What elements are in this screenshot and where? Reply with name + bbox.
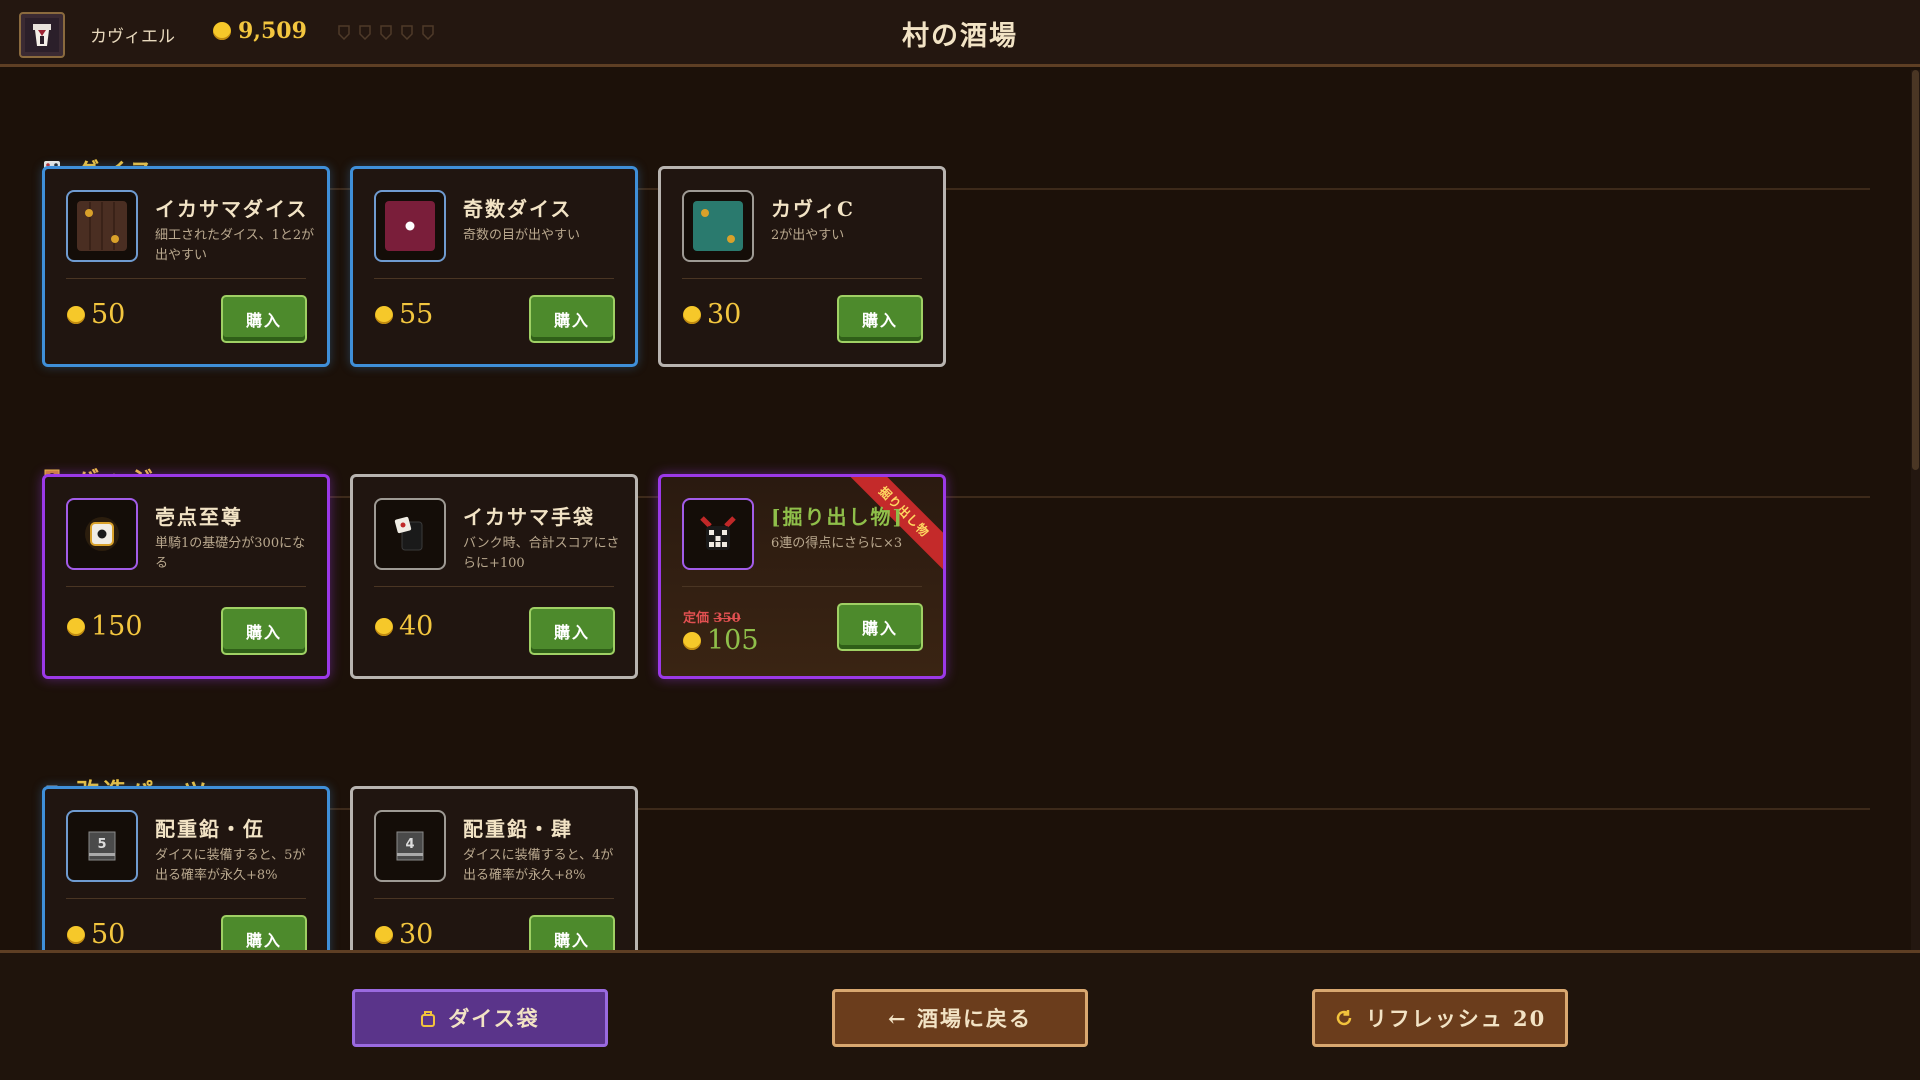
- coin-icon: [67, 617, 85, 636]
- card-divider: [682, 586, 922, 587]
- dice-bag-button[interactable]: ダイス袋: [352, 989, 608, 1047]
- item-description: 細工されたダイス、1と2が出やすい: [155, 228, 315, 263]
- price-value: 150: [91, 611, 143, 642]
- price-value: 50: [91, 299, 126, 330]
- trick-glove-icon: [374, 498, 446, 570]
- shop-item-card[interactable]: カヴィC 2が出やすい 30 購入: [658, 166, 946, 367]
- card-divider: [66, 898, 306, 899]
- card-divider: [374, 586, 614, 587]
- buy-button[interactable]: 購入: [529, 295, 615, 343]
- coin-icon: [375, 305, 393, 324]
- price-value: 30: [399, 919, 434, 950]
- item-description: 2が出やすい: [771, 228, 845, 243]
- refresh-button[interactable]: リフレッシュ 20: [1312, 989, 1568, 1047]
- item-price: 30: [683, 299, 741, 330]
- shop-item-card[interactable]: イカサマ手袋 バンク時、合計スコアにさらに+100 40 購入: [350, 474, 638, 679]
- shop-item-card-deal[interactable]: 掘り出し物 [掘り出し物] 6連の得点にさらに×3 定価 350 105 購入: [658, 474, 946, 679]
- top-bar: カヴィエル 9,509 村の酒場: [0, 0, 1920, 67]
- item-price: 30: [375, 919, 433, 950]
- scrollbar-thumb[interactable]: [1912, 70, 1919, 470]
- card-divider: [66, 278, 306, 279]
- price-value: 105: [707, 625, 759, 656]
- bottom-bar: ダイス袋 ← 酒場に戻る リフレッシュ 20: [0, 950, 1920, 1080]
- coin-icon: [375, 925, 393, 944]
- item-description: 6連の得点にさらに×3: [771, 536, 903, 551]
- shop-item-card[interactable]: 奇数ダイス 奇数の目が出やすい 55 購入: [350, 166, 638, 367]
- original-price-label: 定価: [683, 611, 710, 626]
- price-value: 30: [707, 299, 742, 330]
- original-price: 定価 350: [683, 607, 741, 626]
- item-name: イカサマダイス: [155, 197, 309, 221]
- buy-button[interactable]: 購入: [529, 607, 615, 655]
- shop-scroll-area[interactable]: ダイス イカサマダイス 細工されたダイス、1と2が出やすい 50 購入 奇数ダイ…: [0, 70, 1920, 950]
- price-value: 50: [91, 919, 126, 950]
- price-value: 55: [399, 299, 434, 330]
- weight-number: 4: [405, 837, 414, 852]
- weight-number: 5: [97, 837, 106, 852]
- item-description: 奇数の目が出やすい: [463, 228, 581, 243]
- item-price: 150: [67, 611, 143, 642]
- bag-icon: [421, 1011, 436, 1027]
- card-divider: [374, 278, 614, 279]
- odd-dice-icon: [374, 190, 446, 262]
- buy-button[interactable]: 購入: [529, 915, 615, 950]
- item-description: ダイスに装備すると、4が出る確率が永久+8%: [463, 848, 614, 883]
- price-value: 40: [399, 611, 434, 642]
- buy-button[interactable]: 購入: [837, 295, 923, 343]
- item-name: 奇数ダイス: [463, 197, 573, 221]
- shop-item-card[interactable]: 4 配重鉛・肆 ダイスに装備すると、4が出る確率が永久+8% 30 購入: [350, 786, 638, 950]
- coin-icon: [683, 631, 701, 650]
- coin-icon: [683, 305, 701, 324]
- item-name: 配重鉛・伍: [155, 817, 265, 841]
- item-name: 配重鉛・肆: [463, 817, 573, 841]
- coin-icon: [67, 305, 85, 324]
- original-price-value: 350: [713, 611, 741, 626]
- buy-button[interactable]: 購入: [221, 295, 307, 343]
- card-divider: [66, 586, 306, 587]
- item-description: 単騎1の基礎分が300になる: [155, 536, 306, 571]
- coin-icon: [375, 617, 393, 636]
- buy-button[interactable]: 購入: [221, 915, 307, 950]
- single-point-badge-icon: [66, 498, 138, 570]
- shop-item-card[interactable]: イカサマダイス 細工されたダイス、1と2が出やすい 50 購入: [42, 166, 330, 367]
- item-price: 105: [683, 625, 759, 656]
- item-name: [掘り出し物]: [771, 505, 904, 529]
- item-price: 50: [67, 299, 125, 330]
- back-to-tavern-button[interactable]: ← 酒場に戻る: [832, 989, 1088, 1047]
- page-title: 村の酒場: [902, 21, 1018, 52]
- scrollbar-track[interactable]: [1911, 70, 1920, 950]
- item-price: 55: [375, 299, 433, 330]
- trick-dice-icon: [66, 190, 138, 262]
- item-name: カヴィC: [771, 197, 855, 221]
- card-divider: [374, 898, 614, 899]
- item-name: イカサマ手袋: [463, 505, 595, 529]
- refresh-icon: [1336, 1010, 1351, 1026]
- weight-four-icon: 4: [374, 810, 446, 882]
- kavi-c-dice-icon: [682, 190, 754, 262]
- card-divider: [682, 278, 922, 279]
- weight-five-icon: 5: [66, 810, 138, 882]
- item-price: 50: [67, 919, 125, 950]
- refresh-label: リフレッシュ 20: [1365, 1006, 1547, 1031]
- back-label: ← 酒場に戻る: [888, 1006, 1032, 1031]
- coin-icon: [67, 925, 85, 944]
- buy-button[interactable]: 購入: [837, 603, 923, 651]
- shop-item-card[interactable]: 5 配重鉛・伍 ダイスに装備すると、5が出る確率が永久+8% 50 購入: [42, 786, 330, 950]
- item-description: バンク時、合計スコアにさらに+100: [463, 536, 620, 571]
- item-description: ダイスに装備すると、5が出る確率が永久+8%: [155, 848, 306, 883]
- item-price: 40: [375, 611, 433, 642]
- item-name: 壱点至尊: [155, 505, 243, 529]
- shop-item-card[interactable]: 壱点至尊 単騎1の基礎分が300になる 150 購入: [42, 474, 330, 679]
- buy-button[interactable]: 購入: [221, 607, 307, 655]
- dice-bag-label: ダイス袋: [448, 1006, 540, 1031]
- demon-dice-badge-icon: [682, 498, 754, 570]
